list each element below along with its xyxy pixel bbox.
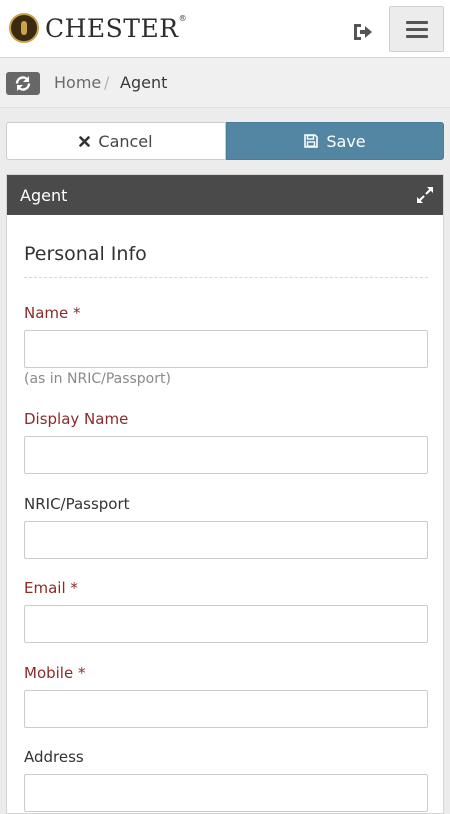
cancel-button-label: Cancel [98, 131, 153, 151]
expand-panel-button[interactable] [415, 185, 435, 205]
close-icon [79, 135, 91, 147]
mobile-label: Mobile * [24, 664, 86, 682]
sign-out-icon [354, 24, 372, 40]
display-name-label: Display Name [24, 410, 129, 428]
section-title-personal-info: Personal Info [24, 243, 147, 265]
save-icon [304, 134, 319, 148]
email-input[interactable] [24, 605, 428, 643]
address-input[interactable] [24, 774, 428, 812]
section-divider [24, 277, 428, 278]
name-input[interactable] [24, 330, 428, 368]
panel-title: Agent [20, 186, 68, 205]
logout-button[interactable] [352, 22, 374, 42]
top-navbar: CHESTER ® [0, 0, 450, 58]
address-label: Address [24, 748, 84, 766]
name-hint: (as in NRIC/Passport) [24, 371, 171, 387]
brand-name: CHESTER [45, 13, 179, 43]
panel-header: Agent [7, 175, 443, 215]
breadcrumb-home-link[interactable]: Home [54, 73, 101, 92]
expand-icon [417, 187, 433, 203]
agent-form-panel: Agent Personal Info Name * (as in NRIC/P… [6, 174, 444, 814]
email-label: Email * [24, 579, 78, 597]
nric-passport-label: NRIC/Passport [24, 495, 130, 513]
brand-registered-mark: ® [178, 14, 187, 23]
hamburger-icon-bar-2 [405, 27, 428, 31]
brand-emblem-icon [9, 13, 39, 43]
name-label: Name * [24, 304, 81, 322]
menu-toggle-button[interactable] [389, 6, 444, 52]
cancel-button[interactable]: Cancel [6, 122, 226, 160]
save-button[interactable]: Save [226, 122, 444, 160]
save-button-label: Save [326, 131, 366, 151]
brand-logo[interactable]: CHESTER ® [9, 12, 187, 44]
hamburger-icon-bar-1 [405, 20, 428, 24]
mobile-input[interactable] [24, 690, 428, 728]
nric-passport-input[interactable] [24, 521, 428, 559]
refresh-icon [15, 76, 31, 91]
refresh-button[interactable] [6, 72, 40, 95]
breadcrumb: Home / Agent [0, 58, 450, 108]
display-name-input[interactable] [24, 436, 428, 474]
hamburger-icon-bar-3 [405, 34, 428, 38]
breadcrumb-current: Agent [120, 73, 168, 92]
breadcrumb-separator: / [104, 73, 110, 92]
